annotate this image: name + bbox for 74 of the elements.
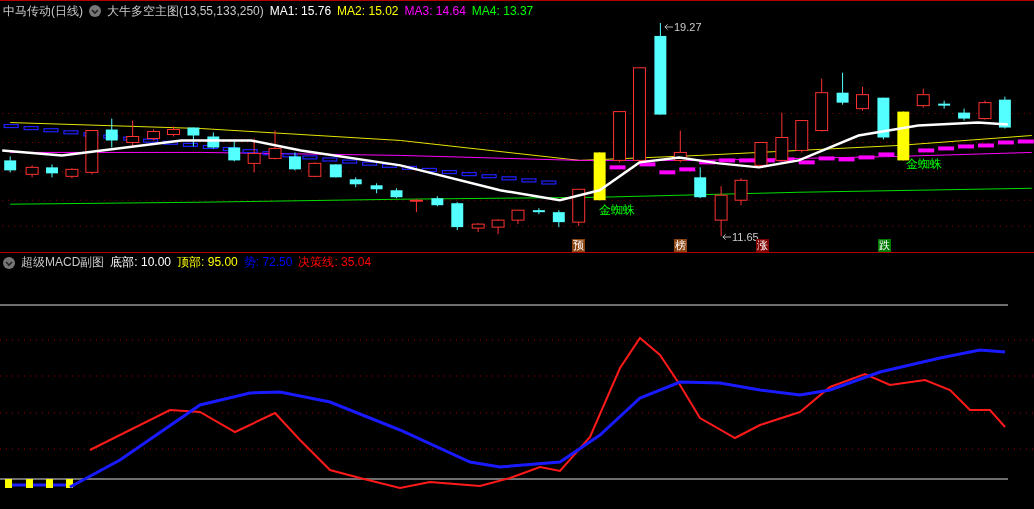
candlestick xyxy=(228,141,241,162)
candlestick xyxy=(775,112,789,162)
candlestick xyxy=(694,166,707,199)
stock-name: 中马传动(日线) xyxy=(3,2,83,20)
signal-tag: 跌 xyxy=(878,239,891,252)
candlestick xyxy=(25,164,39,178)
arrow-left-icon xyxy=(722,233,731,241)
dropdown-icon[interactable] xyxy=(3,256,15,269)
candlestick xyxy=(572,188,586,227)
price-value: 11.65 xyxy=(732,231,759,243)
candlestick xyxy=(65,167,79,179)
candlestick xyxy=(491,218,505,235)
candlestick xyxy=(390,187,403,199)
candlestick xyxy=(754,141,768,167)
candlestick xyxy=(856,86,869,112)
candlestick xyxy=(998,96,1011,130)
signal-bar xyxy=(66,479,73,488)
candlestick xyxy=(46,163,58,178)
candlestick xyxy=(978,100,992,121)
signal-bar xyxy=(46,479,53,488)
dropdown-icon[interactable] xyxy=(89,5,101,17)
indicator-value: MA3: 14.64 xyxy=(404,4,466,18)
candlestick xyxy=(409,198,423,213)
candlestick xyxy=(552,209,565,228)
indicator-value: 势: 72.50 xyxy=(243,254,293,271)
indicator-value: 顶部: 95.00 xyxy=(177,254,238,271)
candlestick xyxy=(714,185,728,237)
indicator-name: 超级MACD副图 xyxy=(21,254,105,271)
indicator-value: 决策线: 35.04 xyxy=(298,254,372,271)
candlestick xyxy=(247,138,261,173)
candlestick xyxy=(289,151,301,171)
candlestick xyxy=(916,88,930,109)
arrow-left-icon xyxy=(664,23,673,31)
signal-bar xyxy=(5,479,12,488)
signal-bar xyxy=(26,479,33,488)
price-value: 19.27 xyxy=(674,21,702,33)
candlestick xyxy=(958,108,971,122)
signal-tag: 榜 xyxy=(674,239,687,252)
candlestick xyxy=(308,161,322,178)
candlestick xyxy=(4,155,17,173)
candlestick xyxy=(815,78,829,132)
indicator-value: MA4: 13.37 xyxy=(471,4,534,18)
candlestick xyxy=(329,163,342,178)
candlestick xyxy=(126,120,140,147)
candlestick xyxy=(431,195,444,207)
candlestick xyxy=(795,120,809,153)
candlestick xyxy=(836,72,849,106)
signal-tag: 预 xyxy=(572,239,585,252)
candlestick xyxy=(85,130,99,175)
candlestick xyxy=(187,127,200,147)
candlestick xyxy=(207,132,220,149)
candlestick xyxy=(877,97,890,140)
candlestick xyxy=(734,177,748,206)
signal-tag: 涨 xyxy=(756,239,769,252)
candlestick xyxy=(268,130,282,160)
pattern-label: 金蜘蛛 xyxy=(599,202,635,219)
indicator-name: 大牛多空主图(13,55,133,250) xyxy=(107,2,264,20)
candlestick xyxy=(673,130,687,163)
candlestick xyxy=(349,176,362,188)
candlestick xyxy=(370,182,383,194)
indicator-value: MA1: 15.76 xyxy=(269,4,332,18)
candlestick xyxy=(511,209,525,225)
candlestick xyxy=(451,201,464,231)
candlestick xyxy=(532,207,545,215)
pattern-label: 金蜘蛛 xyxy=(906,156,942,173)
candlestick xyxy=(167,126,180,137)
indicator-value: 底部: 10.00 xyxy=(110,254,172,271)
candlestick xyxy=(105,118,118,148)
indicator-value: MA2: 15.02 xyxy=(337,4,399,18)
candlestick xyxy=(613,111,627,163)
candlestick xyxy=(471,222,485,233)
candlestick xyxy=(147,129,161,141)
candlestick xyxy=(938,100,951,110)
signal-bar xyxy=(593,151,606,201)
